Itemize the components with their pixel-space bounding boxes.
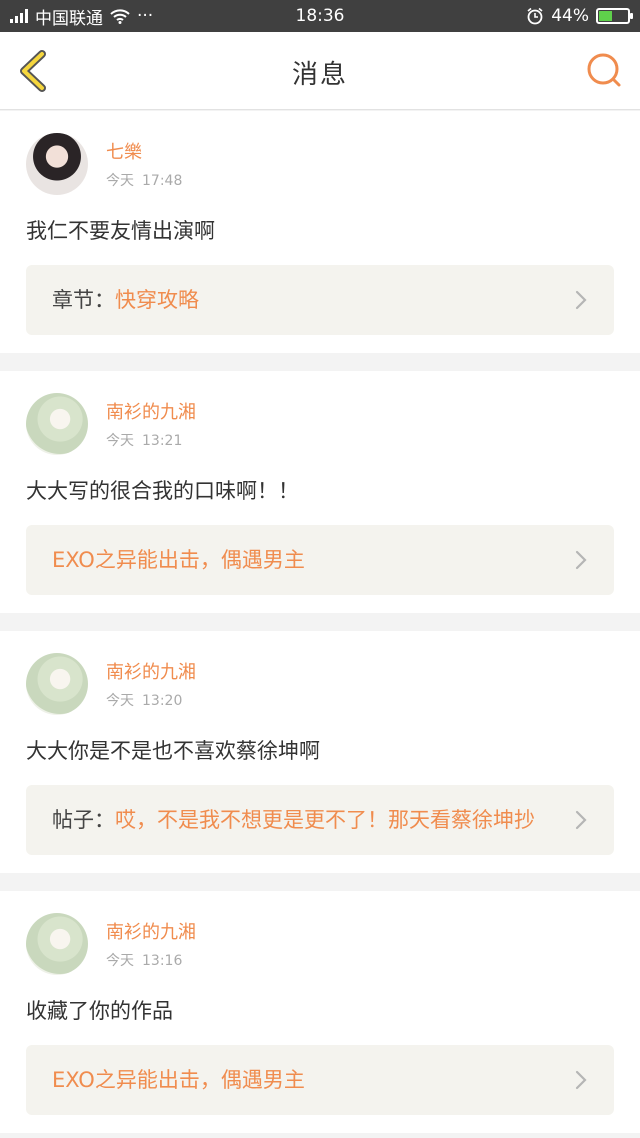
comment-text: 大大你是不是也不喜欢蔡徐坤啊 [26, 739, 320, 763]
reference-link[interactable]: 章节：快穿攻略 [26, 265, 614, 335]
chevron-right-icon [575, 810, 587, 830]
timestamp: 今天 13:21 [106, 433, 183, 449]
carrier-label: 中国联通 [35, 8, 103, 29]
page-title: 消息 [291, 60, 348, 90]
author-name[interactable]: 南衫的九湘 [106, 398, 196, 424]
author-name[interactable]: 七樂 [106, 138, 182, 164]
message-card: 南衫的九湘 今天 13:20 大大你是不是也不喜欢蔡徐坤啊 帖子：哎，不是我不想更… [0, 631, 640, 873]
more-dots-icon: ··· [137, 6, 154, 26]
reference-title: EXO之异能出击，偶遇男主 [52, 1068, 305, 1092]
battery-icon [596, 8, 633, 24]
reference-title: 快穿攻略 [115, 288, 199, 312]
timestamp: 今天 13:20 [106, 693, 183, 709]
message-card: 七樂 今天 17:48 我仁不要友情出演啊 章节：快穿攻略 [0, 111, 640, 353]
timestamp: 今天 17:48 [106, 173, 183, 189]
avatar[interactable] [26, 133, 88, 195]
reference-link[interactable]: EXO之异能出击，偶遇男主 [26, 525, 614, 595]
comment-text: 我仁不要友情出演啊 [26, 219, 215, 243]
comment-text: 大大写的很合我的口味啊！！ [26, 479, 299, 503]
avatar[interactable] [26, 653, 88, 715]
chevron-right-icon [575, 1070, 587, 1090]
signal-icon [10, 9, 28, 23]
timestamp: 今天 13:16 [106, 953, 183, 969]
comment-text: 收藏了你的作品 [26, 999, 173, 1023]
search-icon[interactable] [584, 50, 624, 90]
reference-link[interactable]: 帖子：哎，不是我不想更是更不了！那天看蔡徐坤抄 [26, 785, 614, 855]
reference-type-label: 章节： [52, 288, 115, 312]
status-bar: 中国联通 ··· 18:36 44% [0, 0, 640, 32]
message-card: 南衫的九湘 今天 13:21 大大写的很合我的口味啊！！ EXO之异能出击，偶遇男… [0, 371, 640, 613]
author-name[interactable]: 南衫的九湘 [106, 918, 196, 944]
reference-link[interactable]: EXO之异能出击，偶遇男主 [26, 1045, 614, 1115]
reference-title: EXO之异能出击，偶遇男主 [52, 548, 305, 572]
avatar[interactable] [26, 393, 88, 455]
wifi-icon [110, 9, 130, 24]
avatar[interactable] [26, 913, 88, 975]
message-list: 七樂 今天 17:48 我仁不要友情出演啊 章节：快穿攻略 南衫的九湘 今天 13:… [0, 111, 640, 1138]
message-card: 南衫的九湘 今天 13:16 收藏了你的作品 EXO之异能出击，偶遇男主 [0, 891, 640, 1133]
alarm-icon [527, 7, 543, 25]
author-name[interactable]: 南衫的九湘 [106, 658, 196, 684]
header-bar: 消息 [0, 32, 640, 110]
battery-percent: 44% [551, 6, 589, 26]
chevron-right-icon [575, 290, 587, 310]
reference-title: 哎，不是我不想更是更不了！那天看蔡徐坤抄 [115, 808, 535, 832]
chevron-right-icon [575, 550, 587, 570]
reference-type-label: 帖子： [52, 808, 115, 832]
